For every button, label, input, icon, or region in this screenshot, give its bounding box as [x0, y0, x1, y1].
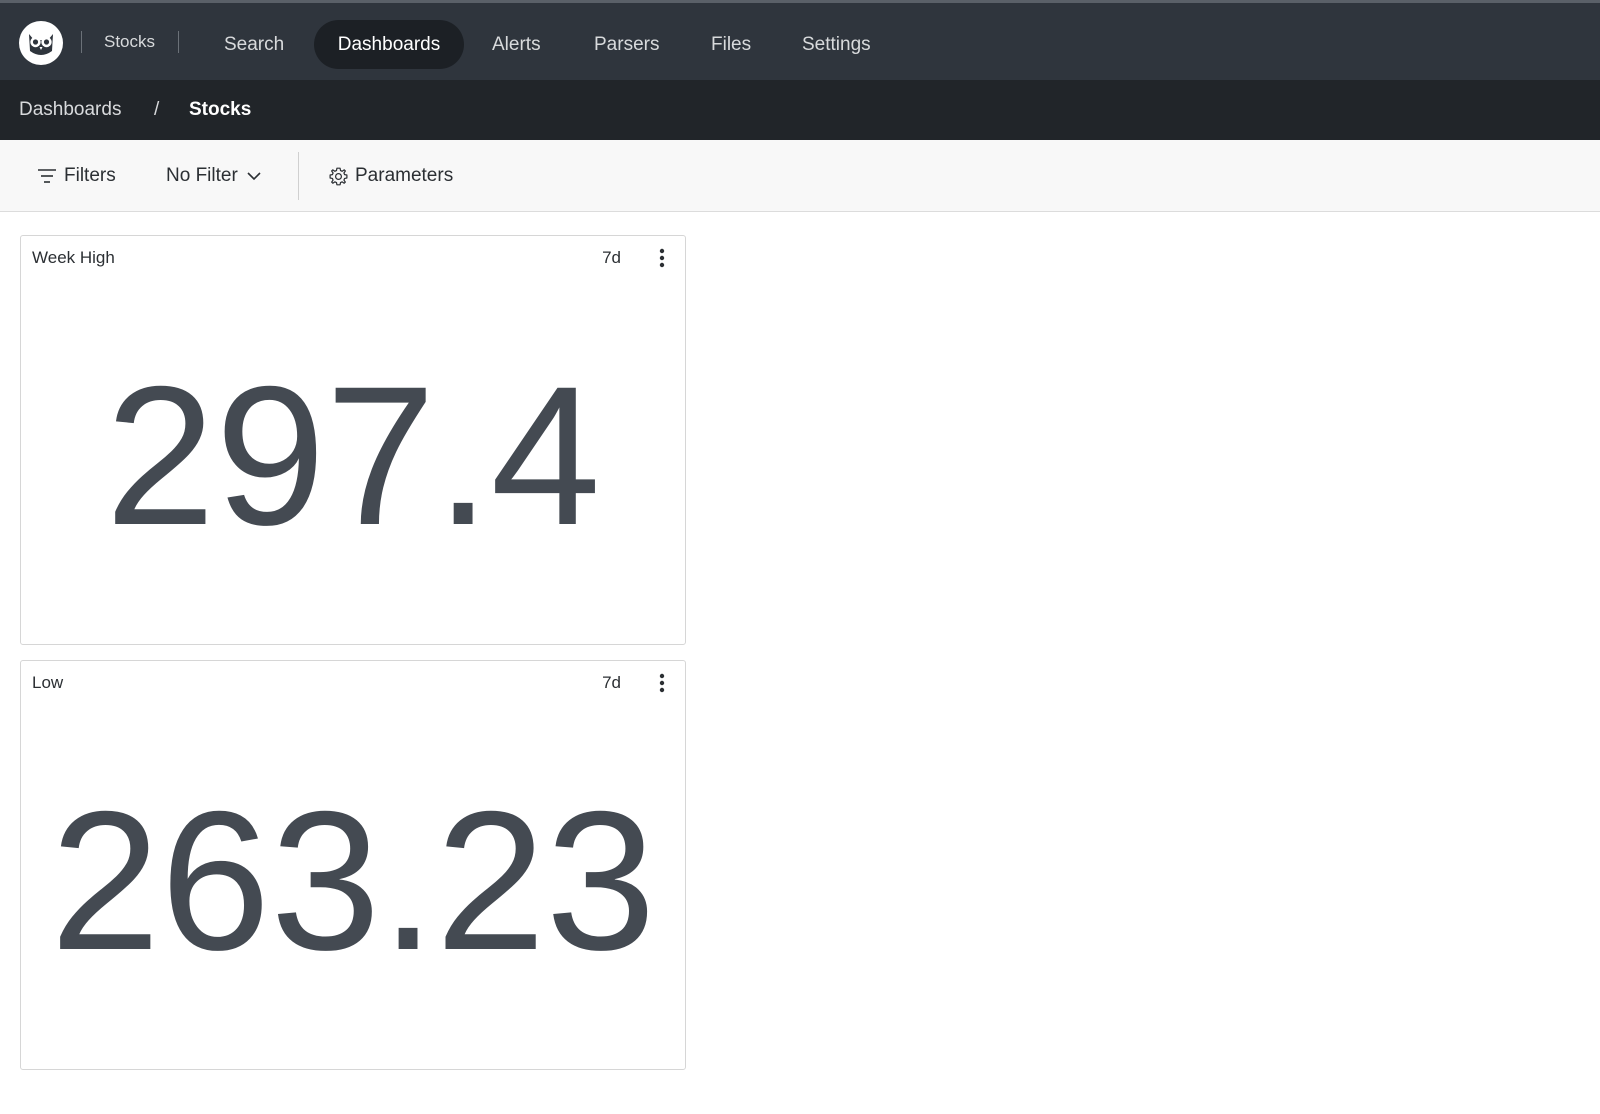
- widget-low: Low 7d 263.23: [20, 660, 686, 1070]
- nav-settings[interactable]: Settings: [802, 20, 871, 69]
- widget-week-high: Week High 7d 297.4: [20, 235, 686, 645]
- widget-value: 297.4: [105, 345, 601, 566]
- top-nav-bar: Stocks Search Dashboards Alerts Parsers …: [0, 0, 1600, 80]
- kebab-menu-icon[interactable]: [655, 246, 669, 270]
- nav-files[interactable]: Files: [711, 20, 751, 69]
- app-name[interactable]: Stocks: [104, 31, 155, 53]
- time-range-badge[interactable]: 7d: [602, 248, 621, 268]
- breadcrumb-separator: /: [154, 99, 160, 120]
- nav-search[interactable]: Search: [224, 20, 284, 69]
- header-divider: [81, 31, 82, 53]
- breadcrumb-current: Stocks: [189, 99, 252, 120]
- owl-logo-icon[interactable]: [19, 21, 63, 65]
- toolbar-divider: [298, 152, 299, 200]
- nav-dashboards[interactable]: Dashboards: [314, 20, 464, 69]
- filter-value: No Filter: [166, 165, 238, 186]
- dashboard-toolbar: Filters No Filter Parameters: [0, 140, 1600, 212]
- filter-select[interactable]: No Filter: [166, 162, 262, 190]
- parameters-label: Parameters: [355, 165, 454, 186]
- breadcrumb-dashboards[interactable]: Dashboards: [19, 98, 121, 122]
- nav-parsers[interactable]: Parsers: [594, 20, 659, 69]
- filters-label: Filters: [64, 165, 116, 186]
- kebab-menu-icon[interactable]: [655, 671, 669, 695]
- header-divider: [178, 31, 179, 53]
- nav-alerts[interactable]: Alerts: [492, 20, 541, 69]
- filter-lines-icon: [38, 169, 56, 183]
- widget-title: Low: [32, 673, 64, 692]
- widget-title: Week High: [32, 248, 115, 267]
- parameters-button[interactable]: Parameters: [328, 162, 453, 190]
- breadcrumb: Dashboards / Stocks: [0, 80, 1600, 140]
- widget-value: 263.23: [50, 770, 656, 991]
- filters-button[interactable]: Filters: [37, 162, 116, 190]
- time-range-badge[interactable]: 7d: [602, 673, 621, 693]
- chevron-down-icon: [247, 172, 261, 181]
- gear-icon: [329, 167, 348, 186]
